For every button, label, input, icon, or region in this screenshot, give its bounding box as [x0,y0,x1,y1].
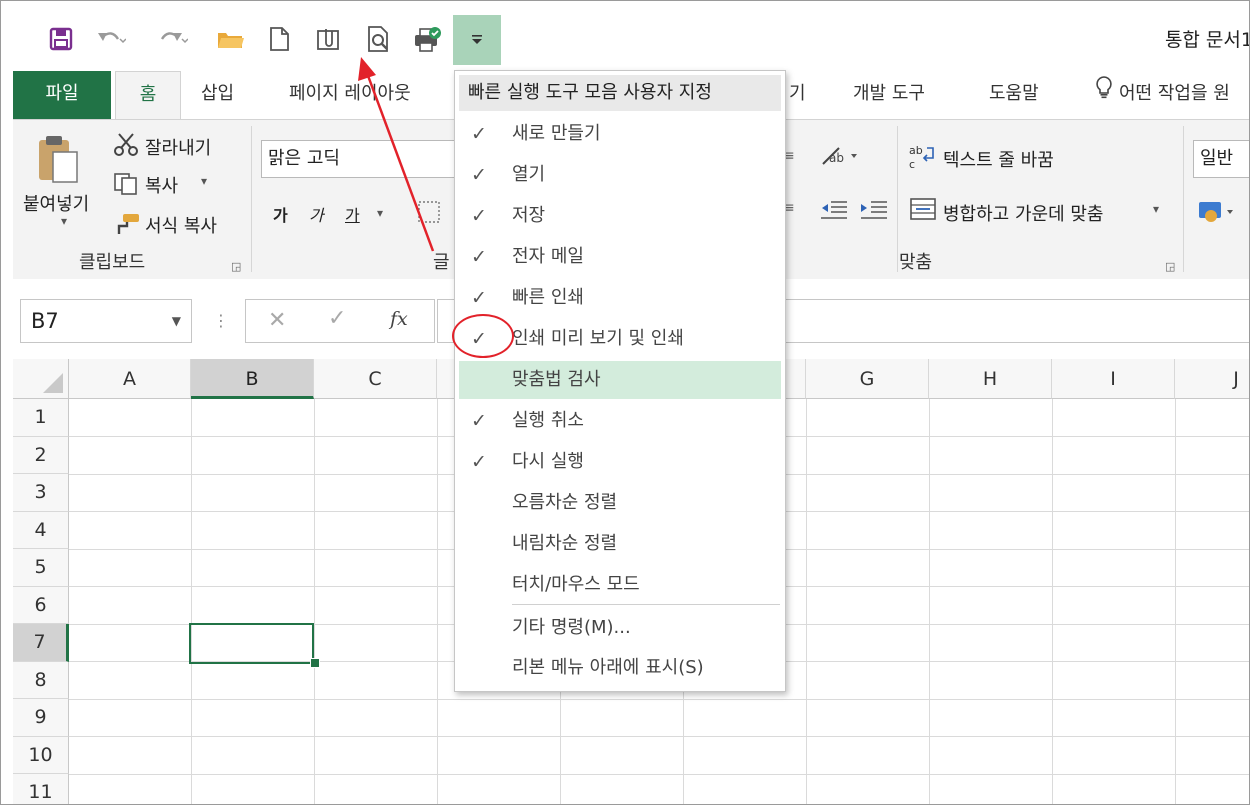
excel-window: 통합 문서1 파일 홈 삽입 페이지 레이아웃 기 개발 도구 도움말 어떤 작… [0,0,1250,805]
annotation-arrow-icon [358,57,435,252]
